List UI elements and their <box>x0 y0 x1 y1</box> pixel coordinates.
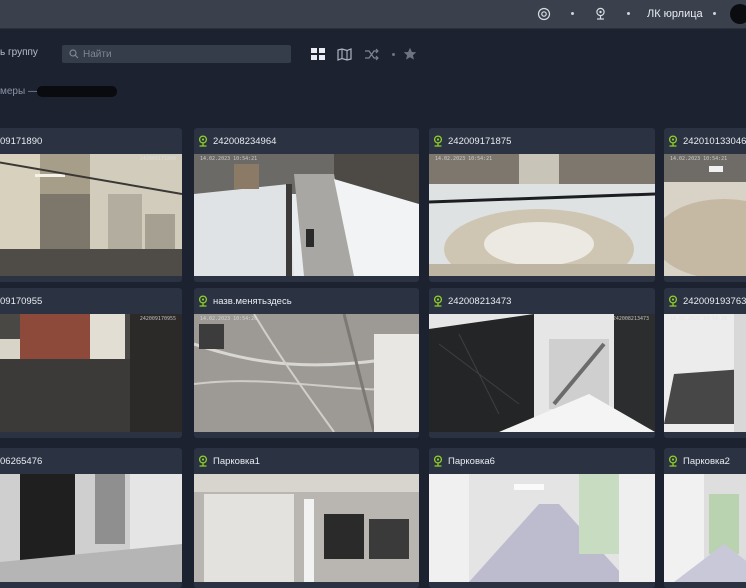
top-bar: ЛК юрлица <box>0 0 746 29</box>
map-view-icon[interactable] <box>335 45 353 63</box>
camera-card-header: 242009193763 <box>664 288 746 314</box>
camera-title: Парковка1 <box>213 455 260 467</box>
camera-card-header: Парковка1 <box>194 448 419 474</box>
camera-status-icon <box>668 455 678 467</box>
camera-card[interactable]: 09170955 242009170955 <box>0 288 182 438</box>
redacted-area <box>37 86 117 97</box>
search-input[interactable] <box>83 48 273 60</box>
add-group-link[interactable]: ь группу <box>0 47 38 58</box>
separator-dot <box>571 12 574 15</box>
camera-title: 09171890 <box>0 135 43 147</box>
camera-stamp: 14.02.2023 10:54:21 <box>435 156 493 162</box>
camera-card[interactable]: 09171890 242009171890 <box>0 128 182 282</box>
camera-title: Парковка6 <box>448 455 495 467</box>
camera-preview[interactable] <box>429 474 655 582</box>
camera-card[interactable]: 06265476 <box>0 448 182 588</box>
camera-preview[interactable]: 14.02.2023 10:54:21 <box>429 154 655 276</box>
camera-card[interactable]: 242010133046 14.02.2023 10:54:21 <box>664 128 746 282</box>
camera-card-header: 09171890 <box>0 128 182 154</box>
camera-preview[interactable]: 14.02.2023 10:54:26 <box>194 314 419 432</box>
camera-title: 242008234964 <box>213 135 277 147</box>
camera-title: 09170955 <box>0 295 43 307</box>
camera-status-icon <box>198 135 208 147</box>
camera-card[interactable]: 242009171875 14.02.2023 10:54:21 <box>429 128 655 282</box>
camera-preview[interactable]: 14.02.2023 10:54:26 <box>664 314 746 432</box>
camera-stamp: 242008213473 <box>612 316 649 322</box>
camera-title: 242008213473 <box>448 295 512 307</box>
camera-card[interactable]: назв.менятьздесь 14.02.2023 10:54:26 <box>194 288 419 438</box>
camera-preview[interactable]: 14.02.2023 10:54:21 <box>664 154 746 276</box>
separator-dot <box>392 53 395 56</box>
camera-preview[interactable]: 242009170955 <box>0 314 182 432</box>
camera-stamp: 242009170955 <box>139 316 176 322</box>
camera-status-icon <box>433 295 443 307</box>
separator-dot <box>713 12 716 15</box>
camera-status-icon <box>668 295 678 307</box>
camera-icon[interactable] <box>595 0 606 28</box>
camera-preview[interactable]: 242008213473 <box>429 314 655 432</box>
grid-view-icon[interactable] <box>309 45 327 63</box>
camera-preview[interactable] <box>0 474 182 582</box>
shuffle-icon[interactable] <box>362 45 380 63</box>
camera-status-icon <box>668 135 678 147</box>
breadcrumb[interactable]: меры — <box>0 86 38 97</box>
camera-title: назв.менятьздесь <box>213 295 292 307</box>
camera-card-header: 09170955 <box>0 288 182 314</box>
camera-title: 242009171875 <box>448 135 512 147</box>
camera-title: Парковка2 <box>683 455 730 467</box>
camera-stamp: 14.02.2023 10:54:26 <box>670 316 728 322</box>
camera-card-header: Парковка6 <box>429 448 655 474</box>
account-label[interactable]: ЛК юрлица <box>647 0 703 28</box>
camera-preview[interactable] <box>194 474 419 582</box>
search-box[interactable] <box>62 45 291 63</box>
camera-card[interactable]: Парковка6 <box>429 448 655 588</box>
camera-card[interactable]: 242008213473 242008213473 <box>429 288 655 438</box>
camera-card-header: 06265476 <box>0 448 182 474</box>
camera-card[interactable]: 242008234964 14.02.2023 10:54:21 <box>194 128 419 282</box>
camera-title: 242010133046 <box>683 135 746 147</box>
camera-card-header: 242008213473 <box>429 288 655 314</box>
camera-card-header: 242008234964 <box>194 128 419 154</box>
camera-preview[interactable] <box>664 474 746 582</box>
camera-card-header: 242010133046 <box>664 128 746 154</box>
camera-card[interactable]: 242009193763 14.02.2023 10:54:26 <box>664 288 746 438</box>
camera-preview[interactable]: 242009171890 <box>0 154 182 276</box>
separator-dot <box>627 12 630 15</box>
camera-stamp: 14.02.2023 10:54:21 <box>670 156 728 162</box>
camera-card-header: назв.менятьздесь <box>194 288 419 314</box>
camera-card-header: 242009171875 <box>429 128 655 154</box>
camera-card[interactable]: Парковка2 <box>664 448 746 588</box>
camera-status-icon <box>433 135 443 147</box>
camera-grid: 09171890 242009171890 242008234964 14.02… <box>0 128 746 588</box>
support-icon[interactable] <box>537 0 551 28</box>
camera-stamp: 242009171890 <box>139 156 176 162</box>
camera-stamp: 14.02.2023 10:54:21 <box>200 156 258 162</box>
search-icon <box>69 49 79 59</box>
camera-status-icon <box>198 295 208 307</box>
camera-card[interactable]: Парковка1 <box>194 448 419 588</box>
camera-status-icon <box>198 455 208 467</box>
camera-title: 242009193763 <box>683 295 746 307</box>
avatar[interactable] <box>730 4 746 24</box>
camera-stamp: 14.02.2023 10:54:26 <box>200 316 258 322</box>
camera-title: 06265476 <box>0 455 43 467</box>
camera-preview[interactable]: 14.02.2023 10:54:21 <box>194 154 419 276</box>
camera-card-header: Парковка2 <box>664 448 746 474</box>
camera-status-icon <box>433 455 443 467</box>
favorites-star-icon[interactable] <box>401 45 419 63</box>
